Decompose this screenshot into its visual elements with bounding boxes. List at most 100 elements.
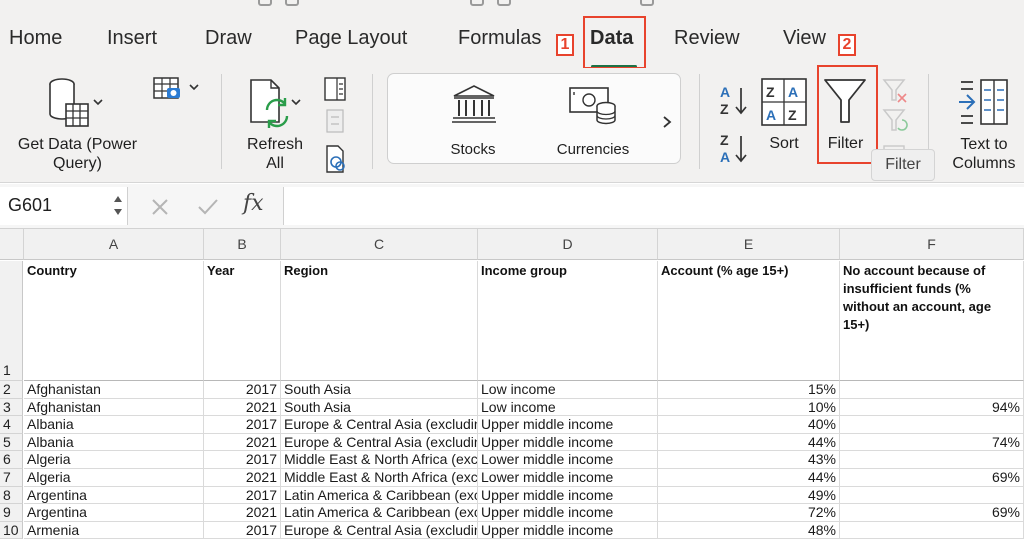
column-header-b[interactable]: B [204,229,281,260]
cell-noacct[interactable]: 74% [840,433,1024,452]
header-cell-income[interactable]: Income group [478,261,658,381]
cell-income[interactable]: Upper middle income [478,433,658,452]
cell-country[interactable]: Afghanistan [24,398,204,417]
row-header[interactable]: 4 [0,416,23,434]
row-header[interactable]: 8 [0,486,23,505]
cell-year[interactable]: 2021 [204,398,281,417]
cell-region[interactable]: Latin America & Caribbean (excluding hig… [281,504,478,522]
select-all-corner[interactable] [0,229,24,260]
print-icon[interactable] [497,0,511,6]
cell-account[interactable]: 40% [658,416,840,434]
cell-account[interactable]: 72% [658,504,840,522]
clear-reapply-filter-icons[interactable] [882,76,910,160]
cell-income[interactable]: Upper middle income [478,521,658,540]
cell-region[interactable]: South Asia [281,381,478,399]
queries-connections-icons[interactable] [323,76,349,176]
column-header-d[interactable]: D [478,229,658,260]
chevron-right-icon[interactable] [661,114,673,130]
sort-ascending-icon[interactable]: A Z [717,82,751,122]
cell-noacct[interactable]: 69% [840,469,1024,487]
tab-review[interactable]: Review [674,27,740,50]
save-icon[interactable] [470,0,484,6]
cell-country[interactable]: Algeria [24,451,204,469]
header-cell-country[interactable]: Country [24,261,204,381]
cell-noacct[interactable] [840,486,1024,505]
row-header[interactable]: 6 [0,451,23,469]
column-header-a[interactable]: A [24,229,204,260]
cell-noacct[interactable]: 69% [840,504,1024,522]
cell-noacct[interactable] [840,451,1024,469]
enter-check-icon[interactable] [196,197,220,217]
cell-country[interactable]: Albania [24,433,204,452]
formula-input[interactable] [283,187,1024,225]
cell-year[interactable]: 2021 [204,469,281,487]
cell-year[interactable]: 2017 [204,451,281,469]
cell-account[interactable]: 44% [658,469,840,487]
row-header[interactable]: 9 [0,504,23,522]
cancel-icon[interactable] [150,197,170,217]
cell-region[interactable]: Europe & Central Asia (excluding high in… [281,416,478,434]
cell-year[interactable]: 2017 [204,381,281,399]
row-header[interactable]: 7 [0,469,23,487]
cell-country[interactable]: Armenia [24,521,204,540]
from-picture-icon[interactable] [152,76,202,102]
row-header[interactable]: 2 [0,381,23,399]
column-header-f[interactable]: F [840,229,1024,260]
row-header[interactable]: 5 [0,433,23,452]
column-header-e[interactable]: E [658,229,840,260]
column-header-c[interactable]: C [281,229,478,260]
cell-country[interactable]: Afghanistan [24,381,204,399]
cell-account[interactable]: 44% [658,433,840,452]
customize-icon[interactable] [640,0,654,6]
row-header[interactable]: 1 [0,261,23,381]
insert-function-icon[interactable]: fx [243,191,264,216]
cell-country[interactable]: Argentina [24,504,204,522]
header-cell-region[interactable]: Region [281,261,478,381]
cell-account[interactable]: 15% [658,381,840,399]
cell-region[interactable]: Europe & Central Asia (excluding high in… [281,521,478,540]
tab-page-layout[interactable]: Page Layout [295,27,407,50]
cell-noacct[interactable] [840,416,1024,434]
row-header[interactable]: 3 [0,398,23,417]
cell-income[interactable]: Upper middle income [478,486,658,505]
cell-region[interactable]: South Asia [281,398,478,417]
cell-region[interactable]: Europe & Central Asia (excluding high in… [281,433,478,452]
cell-income[interactable]: Upper middle income [478,504,658,522]
cell-noacct[interactable] [840,381,1024,399]
redo-icon[interactable] [285,0,299,6]
cell-country[interactable]: Albania [24,416,204,434]
row-header[interactable]: 10 [0,521,23,540]
cell-country[interactable]: Algeria [24,469,204,487]
tab-home[interactable]: Home [9,27,62,50]
cell-account[interactable]: 10% [658,398,840,417]
cell-income[interactable]: Low income [478,398,658,417]
header-cell-year[interactable]: Year [204,261,281,381]
cell-year[interactable]: 2017 [204,416,281,434]
tab-insert[interactable]: Insert [107,27,157,50]
tab-draw[interactable]: Draw [205,27,252,50]
cell-account[interactable]: 43% [658,451,840,469]
sort-descending-icon[interactable]: Z A [717,130,751,170]
tab-formulas[interactable]: Formulas [458,27,541,50]
cell-country[interactable]: Argentina [24,486,204,505]
cell-income[interactable]: Low income [478,381,658,399]
cell-year[interactable]: 2017 [204,486,281,505]
undo-icon[interactable] [258,0,272,6]
cell-region[interactable]: Middle East & North Africa (excluding hi… [281,451,478,469]
name-box[interactable]: G601 [0,187,128,225]
cell-income[interactable]: Lower middle income [478,451,658,469]
tab-view[interactable]: View [783,27,826,50]
header-cell-account[interactable]: Account (% age 15+) [658,261,840,381]
cell-income[interactable]: Lower middle income [478,469,658,487]
cell-noacct[interactable] [840,521,1024,540]
cell-year[interactable]: 2017 [204,521,281,540]
name-box-stepper-icon[interactable] [112,193,124,219]
cell-account[interactable]: 48% [658,521,840,540]
cell-region[interactable]: Middle East & North Africa (excluding hi… [281,469,478,487]
header-cell-no-account[interactable]: No account because of insufficient funds… [840,261,1024,381]
cell-year[interactable]: 2021 [204,504,281,522]
cell-year[interactable]: 2021 [204,433,281,452]
cell-region[interactable]: Latin America & Caribbean (excluding hig… [281,486,478,505]
cell-noacct[interactable]: 94% [840,398,1024,417]
cell-income[interactable]: Upper middle income [478,416,658,434]
